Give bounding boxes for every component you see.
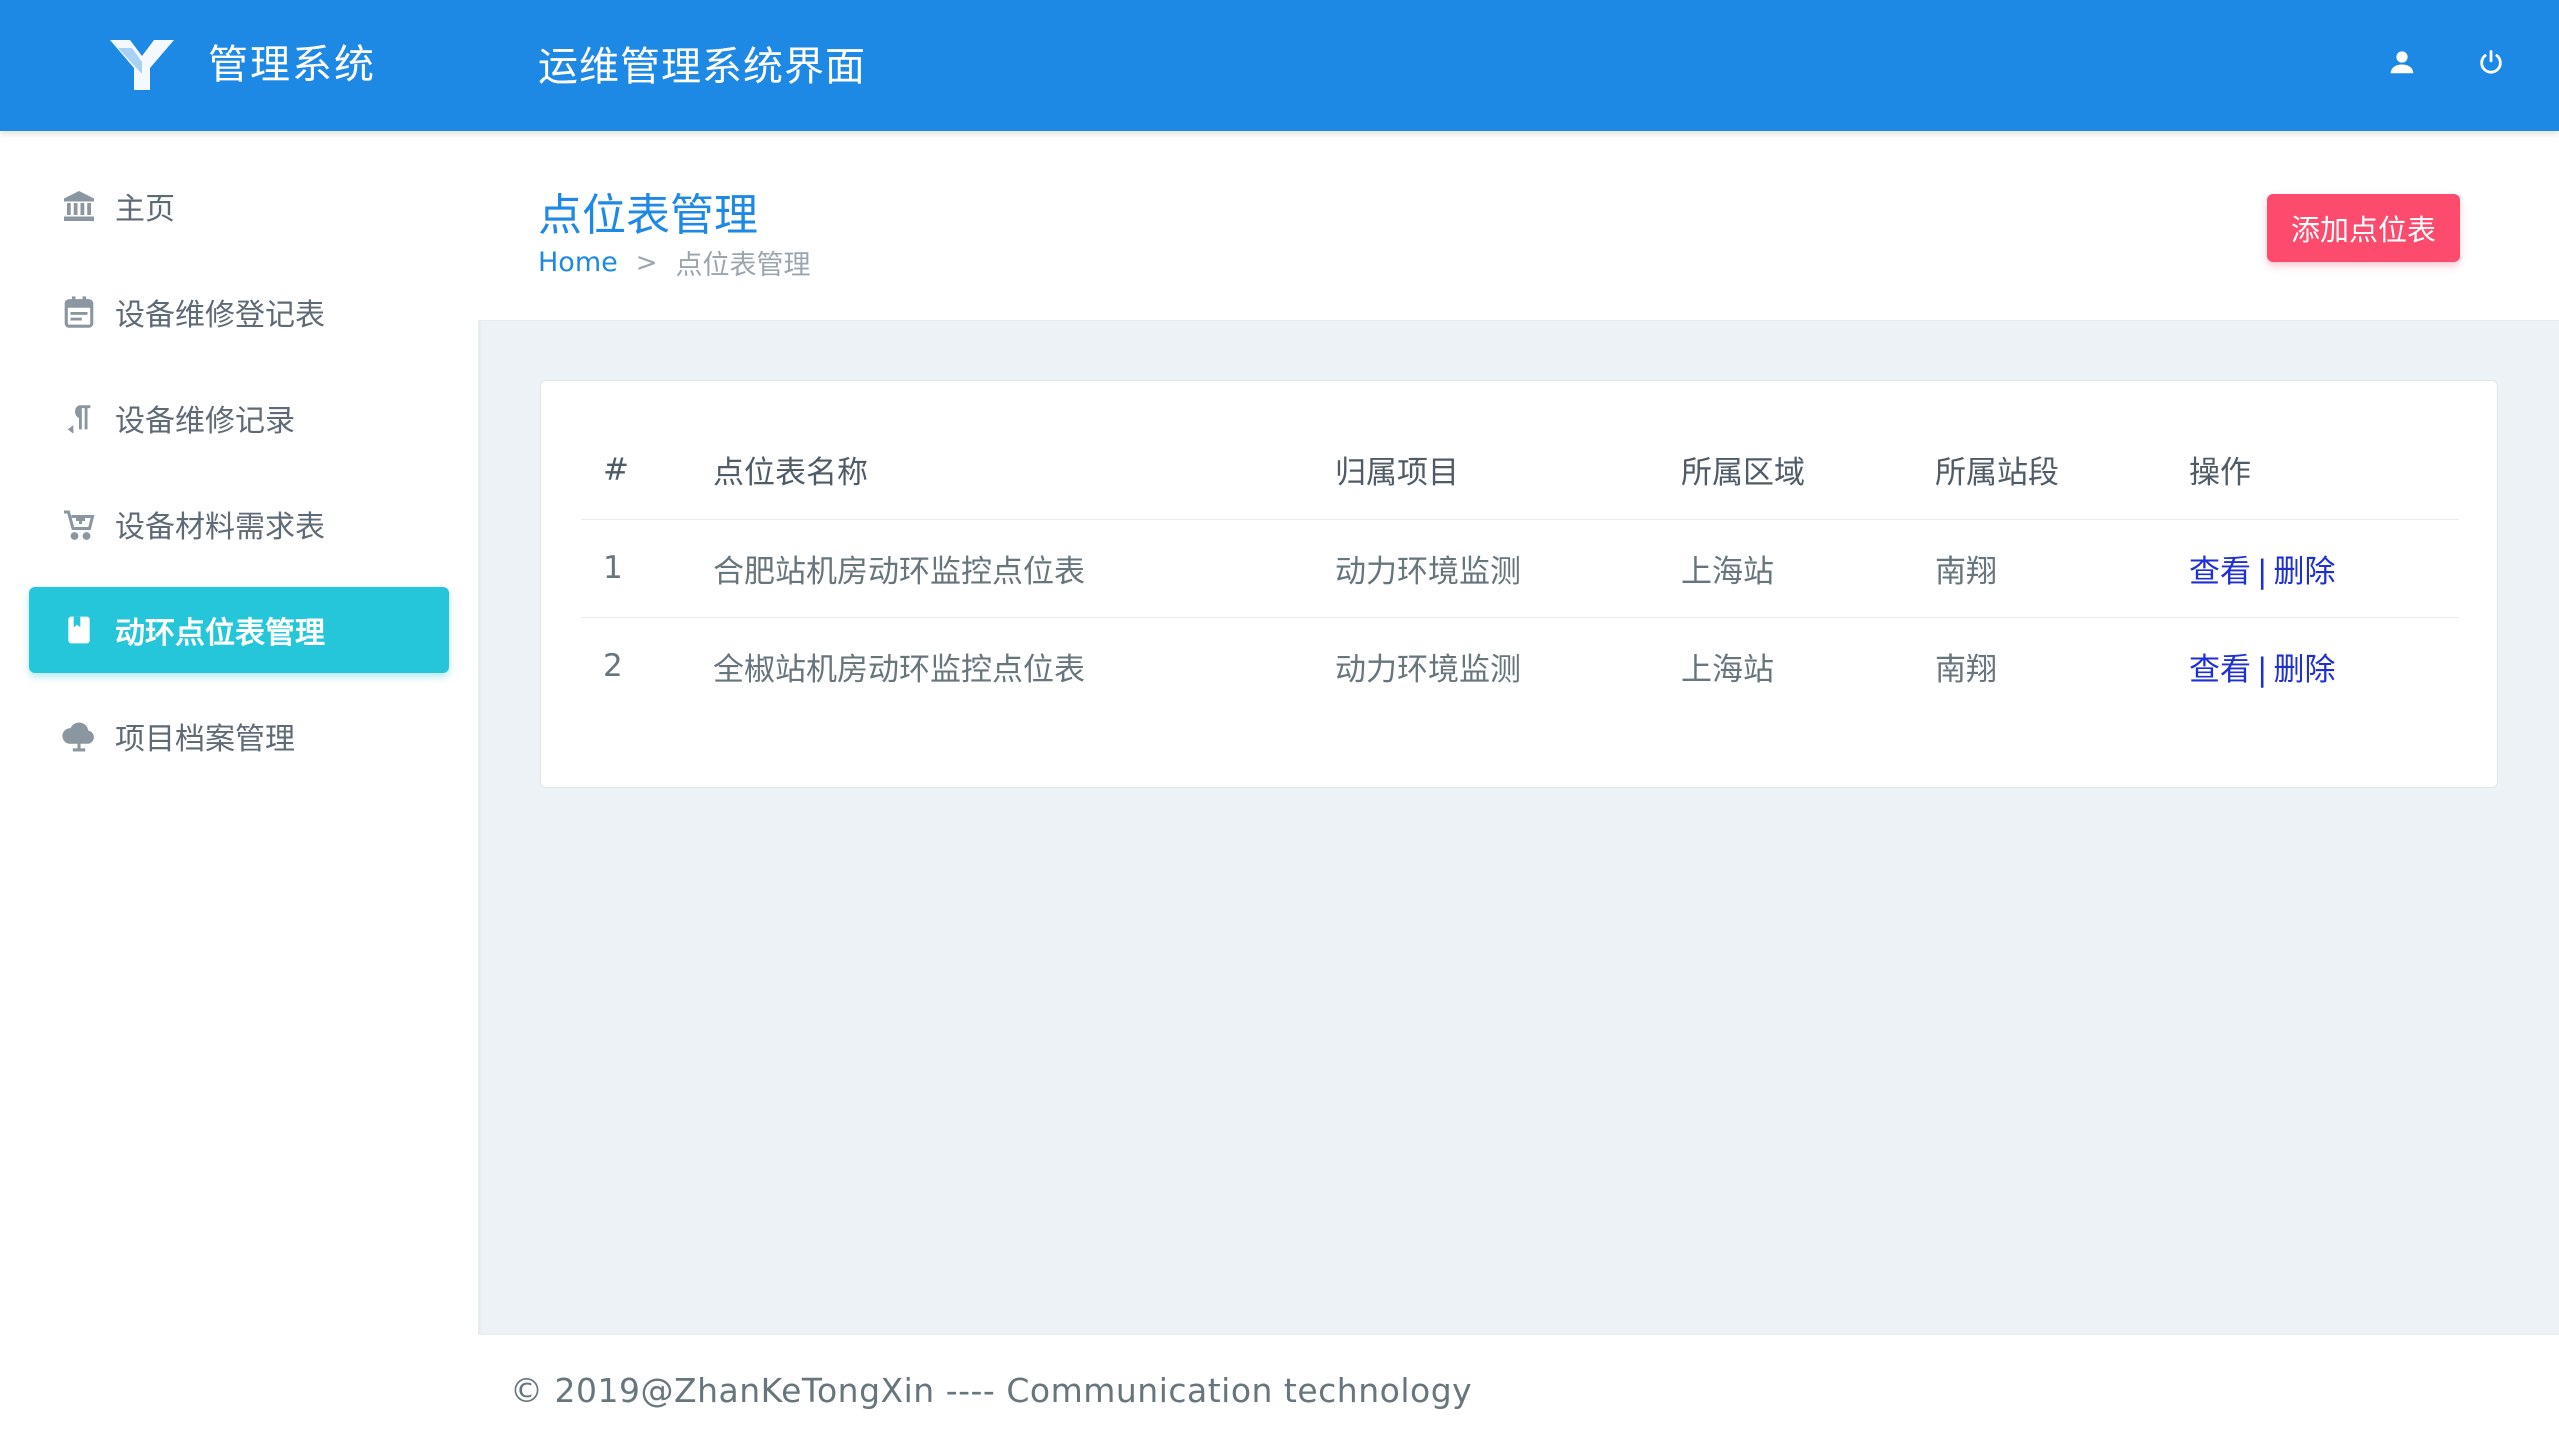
- paragraph-icon: [59, 398, 99, 438]
- point-table: # 点位表名称 归属项目 所属区域 所属站段 操作 1 合肥站机房动环监控点位表…: [581, 421, 2459, 715]
- page-title-bar: 点位表管理 Home > 点位表管理 添加点位表: [478, 131, 2559, 321]
- sidebar: 主页 设备维修登记表 设备维修记录 设备材料需求表 动环点位表管理 项目档案管理: [0, 131, 478, 1451]
- sidebar-item-label: 设备维修登记表: [115, 298, 325, 333]
- action-separator: |: [2257, 651, 2268, 688]
- add-point-table-button[interactable]: 添加点位表: [2267, 194, 2460, 262]
- table-row: 1 合肥站机房动环监控点位表 动力环境监测 上海站 南翔 查看 | 删除: [581, 519, 2459, 618]
- cell-index: 1: [581, 519, 691, 618]
- user-icon[interactable]: [2380, 40, 2424, 84]
- footer: © 2019@ZhanKeTongXin ---- Communication …: [478, 1334, 2559, 1451]
- page-title: 点位表管理: [538, 190, 758, 241]
- sidebar-item-label: 项目档案管理: [115, 722, 295, 757]
- sidebar-item-repair-register[interactable]: 设备维修登记表: [29, 269, 449, 355]
- breadcrumb-home-link[interactable]: Home: [538, 247, 618, 278]
- sidebar-item-label: 动环点位表管理: [115, 616, 325, 651]
- table-row: 2 全椒站机房动环监控点位表 动力环境监测 上海站 南翔 查看 | 删除: [581, 617, 2459, 715]
- sidebar-item-label: 设备材料需求表: [115, 510, 325, 545]
- delete-link[interactable]: 删除: [2273, 554, 2335, 590]
- table-header-row: # 点位表名称 归属项目 所属区域 所属站段 操作: [581, 421, 2459, 520]
- breadcrumb: Home > 点位表管理: [538, 243, 811, 282]
- cell-actions: 查看 | 删除: [2167, 519, 2459, 618]
- copyright-text: © 2019@ZhanKeTongXin ---- Communication …: [510, 1371, 1473, 1410]
- column-header-area: 所属区域: [1659, 421, 1913, 520]
- logo-icon[interactable]: [108, 34, 176, 94]
- breadcrumb-current: 点位表管理: [675, 250, 811, 281]
- cart-icon: [59, 504, 99, 544]
- sidebar-item-project-archives[interactable]: 项目档案管理: [29, 693, 449, 779]
- power-icon[interactable]: [2469, 40, 2513, 84]
- column-header-actions: 操作: [2167, 421, 2459, 520]
- view-link[interactable]: 查看: [2189, 554, 2251, 590]
- book-icon: [59, 610, 99, 650]
- app-title: 管理系统: [208, 42, 376, 88]
- chevron-right-icon: >: [635, 247, 658, 278]
- cell-section: 南翔: [1913, 519, 2167, 618]
- cell-index: 2: [603, 648, 623, 685]
- cell-actions: 查看 | 删除: [2167, 617, 2459, 715]
- cell-area: 上海站: [1659, 519, 1913, 618]
- cell-name: 合肥站机房动环监控点位表: [691, 519, 1313, 618]
- calendar-icon: [59, 292, 99, 332]
- action-separator: |: [2257, 553, 2268, 590]
- cell-name: 全椒站机房动环监控点位表: [713, 651, 1085, 688]
- sidebar-item-material-requests[interactable]: 设备材料需求表: [29, 481, 449, 567]
- column-header-project: 归属项目: [1313, 421, 1659, 520]
- bank-icon: [59, 186, 99, 226]
- cell-project: 动力环境监测: [1313, 519, 1659, 618]
- column-header-name: 点位表名称: [691, 421, 1313, 520]
- column-header-index: #: [581, 421, 691, 520]
- cloud-icon: [59, 716, 99, 756]
- sidebar-item-label: 设备维修记录: [115, 404, 295, 439]
- delete-link[interactable]: 删除: [2273, 652, 2335, 688]
- sidebar-item-label: 主页: [115, 192, 175, 227]
- sidebar-item-repair-records[interactable]: 设备维修记录: [29, 375, 449, 461]
- cell-area: 上海站: [1681, 651, 1774, 688]
- sidebar-item-home[interactable]: 主页: [29, 163, 449, 249]
- column-header-section: 所属站段: [1913, 421, 2167, 520]
- sidebar-item-point-tables[interactable]: 动环点位表管理: [29, 587, 449, 673]
- system-heading: 运维管理系统界面: [538, 44, 866, 90]
- view-link[interactable]: 查看: [2189, 652, 2251, 688]
- point-table-card: # 点位表名称 归属项目 所属区域 所属站段 操作 1 合肥站机房动环监控点位表…: [540, 380, 2498, 788]
- top-navbar: 管理系统 运维管理系统界面: [0, 0, 2559, 131]
- cell-project: 动力环境监测: [1335, 651, 1521, 688]
- cell-section: 南翔: [1935, 651, 1997, 688]
